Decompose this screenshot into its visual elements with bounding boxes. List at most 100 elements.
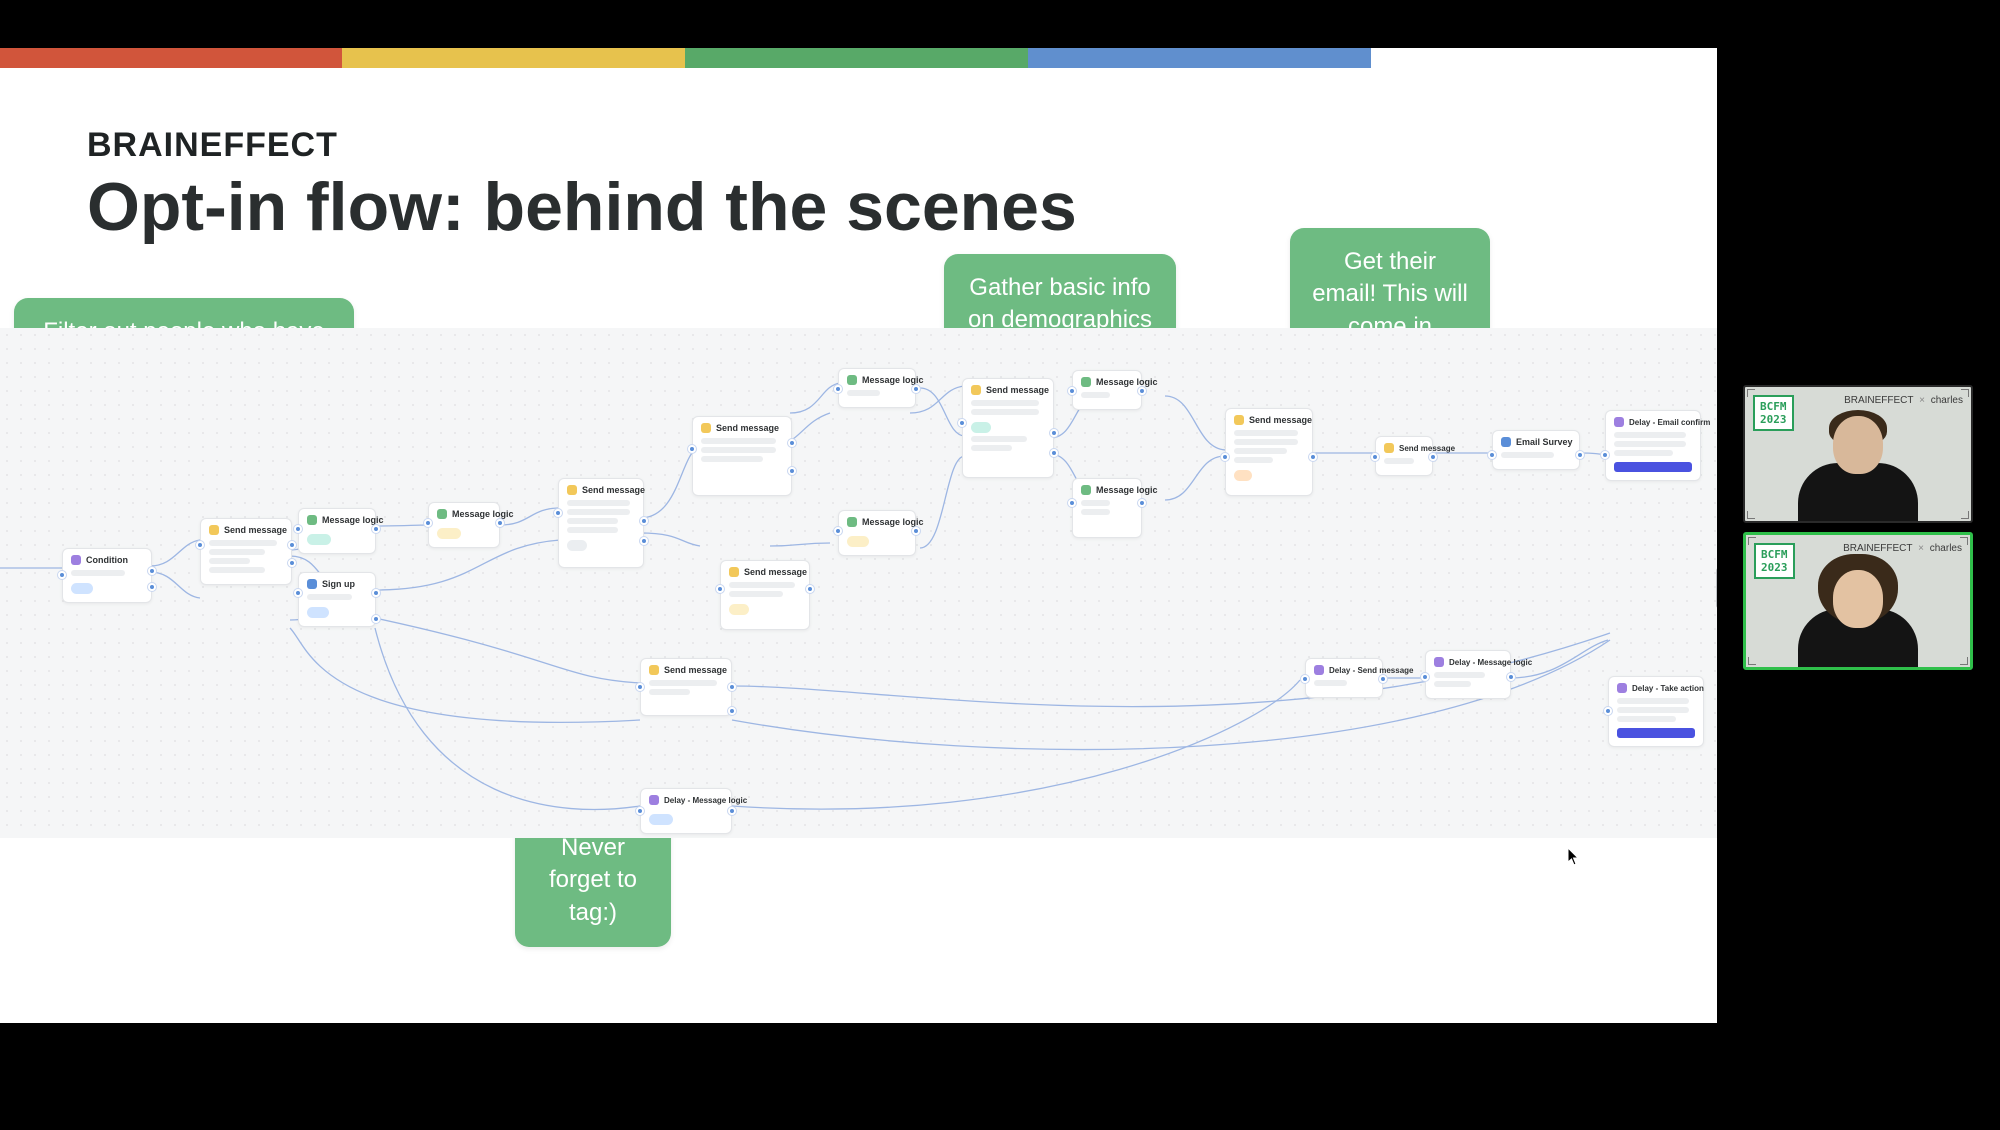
logic-icon — [437, 509, 447, 519]
node-message-logic-3b[interactable]: Message logic — [838, 510, 916, 556]
webcam-tile-2-active[interactable]: BCFM 2023 BRAINEFFECT × charles — [1743, 532, 1973, 670]
brand-sep: × — [1915, 543, 1927, 554]
accent-color-bar — [0, 48, 1717, 68]
send-icon — [209, 525, 219, 535]
node-send-message-4[interactable]: Send message — [962, 378, 1054, 478]
node-title: Send message — [744, 567, 807, 577]
node-signup-1[interactable]: Sign up — [298, 572, 376, 627]
delay-icon — [1314, 665, 1324, 675]
node-title: Delay - Message logic — [664, 796, 747, 805]
send-icon — [971, 385, 981, 395]
badge-code: BCFM — [1760, 400, 1787, 413]
logic-icon — [1081, 377, 1091, 387]
accent-green — [685, 48, 1028, 68]
node-send-message-3b[interactable]: Send message — [720, 560, 810, 630]
node-title: Send message — [986, 385, 1049, 395]
participant-silhouette — [1803, 406, 1913, 521]
send-icon — [701, 423, 711, 433]
chip — [729, 604, 749, 615]
send-icon — [649, 665, 659, 675]
node-send-message-low[interactable]: Send message — [640, 658, 732, 716]
node-message-logic-3[interactable]: Message logic — [838, 368, 916, 408]
chip — [71, 583, 93, 594]
node-title: Send message — [664, 665, 727, 675]
node-delay-message-logic-tag[interactable]: Delay - Message logic — [640, 788, 732, 834]
letterbox-top — [0, 0, 1717, 48]
node-message-logic-4b[interactable]: Message logic — [1072, 478, 1142, 538]
chip — [1234, 470, 1252, 481]
node-title: Message logic — [1096, 485, 1158, 495]
node-title: Send message — [224, 525, 287, 535]
node-send-message-3[interactable]: Send message — [692, 416, 792, 496]
participant-silhouette — [1803, 552, 1913, 667]
logic-icon — [1081, 485, 1091, 495]
node-title: Sign up — [322, 579, 355, 589]
node-message-logic-4[interactable]: Message logic — [1072, 370, 1142, 410]
letterbox-bottom — [0, 1023, 1717, 1130]
node-title: Message logic — [862, 517, 924, 527]
brand-right: charles — [1931, 395, 1963, 406]
logic-icon — [307, 515, 317, 525]
video-participant-column: BCFM 2023 BRAINEFFECT × charles BCFM 202… — [1717, 0, 2000, 1130]
logic-icon — [847, 375, 857, 385]
node-title: Send message — [582, 485, 645, 495]
node-title: Message logic — [452, 509, 514, 519]
node-title: Send message — [716, 423, 779, 433]
node-delay-logic-2[interactable]: Delay - Message logic — [1425, 650, 1511, 699]
node-title: Delay - Message logic — [1449, 658, 1532, 667]
node-delay-action[interactable]: Delay - Take action — [1608, 676, 1704, 747]
node-title: Delay - Email confirm — [1629, 418, 1710, 427]
badge-year: 2023 — [1760, 413, 1787, 426]
node-email-survey[interactable]: Email Survey — [1492, 430, 1580, 470]
node-send-message-2[interactable]: Send message — [558, 478, 644, 568]
send-icon — [567, 485, 577, 495]
node-message-logic-1[interactable]: Message logic — [298, 508, 376, 554]
delay-icon — [1614, 417, 1624, 427]
chip — [437, 528, 461, 539]
node-delay-send[interactable]: Delay - Send message — [1305, 658, 1383, 698]
node-delay-confirm[interactable]: Delay - Email confirm — [1605, 410, 1701, 481]
signup-icon — [307, 579, 317, 589]
node-send-message-1[interactable]: Send message — [200, 518, 292, 585]
node-title: Message logic — [322, 515, 384, 525]
node-message-logic-2[interactable]: Message logic — [428, 502, 500, 548]
mouse-cursor-icon — [1567, 847, 1581, 867]
node-title: Condition — [86, 555, 128, 565]
presentation-stage: BRAINEFFECT Opt-in flow: behind the scen… — [0, 0, 1717, 1130]
cta-button[interactable] — [1617, 728, 1695, 738]
chip — [971, 422, 991, 433]
chip — [307, 607, 329, 618]
webcam-tile-1[interactable]: BCFM 2023 BRAINEFFECT × charles — [1743, 385, 1973, 523]
node-title: Send message — [1249, 415, 1312, 425]
chip — [649, 814, 673, 825]
cta-button[interactable] — [1614, 462, 1692, 472]
brand-left: BRAINEFFECT — [1844, 395, 1913, 406]
node-title: Message logic — [862, 375, 924, 385]
delay-icon — [1617, 683, 1627, 693]
brand-collab: BRAINEFFECT × charles — [1844, 395, 1963, 406]
badge-year: 2023 — [1761, 561, 1788, 574]
node-send-message-5[interactable]: Send message — [1225, 408, 1313, 496]
accent-white — [1371, 48, 1717, 68]
accent-red — [0, 48, 342, 68]
condition-icon — [71, 555, 81, 565]
delay-icon — [649, 795, 659, 805]
accent-yellow — [342, 48, 685, 68]
brand-right: charles — [1930, 543, 1962, 554]
chip — [847, 536, 869, 547]
node-title: Delay - Send message — [1329, 666, 1413, 675]
node-title: Message logic — [1096, 377, 1158, 387]
brand-logo-text: BRAINEFFECT — [87, 126, 338, 165]
delay-icon — [1434, 657, 1444, 667]
badge-code: BCFM — [1761, 548, 1788, 561]
send-icon — [1384, 443, 1394, 453]
chip — [307, 534, 331, 545]
slide-title: Opt-in flow: behind the scenes — [87, 168, 1077, 246]
brand-sep: × — [1916, 395, 1928, 406]
flow-canvas[interactable]: Condition Send message Message logic — [0, 328, 1717, 838]
chip — [567, 540, 587, 551]
node-title: Delay - Take action — [1632, 684, 1704, 693]
node-send-message-5s[interactable]: Send message — [1375, 436, 1433, 476]
slide-body: BRAINEFFECT Opt-in flow: behind the scen… — [0, 68, 1717, 1023]
node-condition[interactable]: Condition — [62, 548, 152, 603]
